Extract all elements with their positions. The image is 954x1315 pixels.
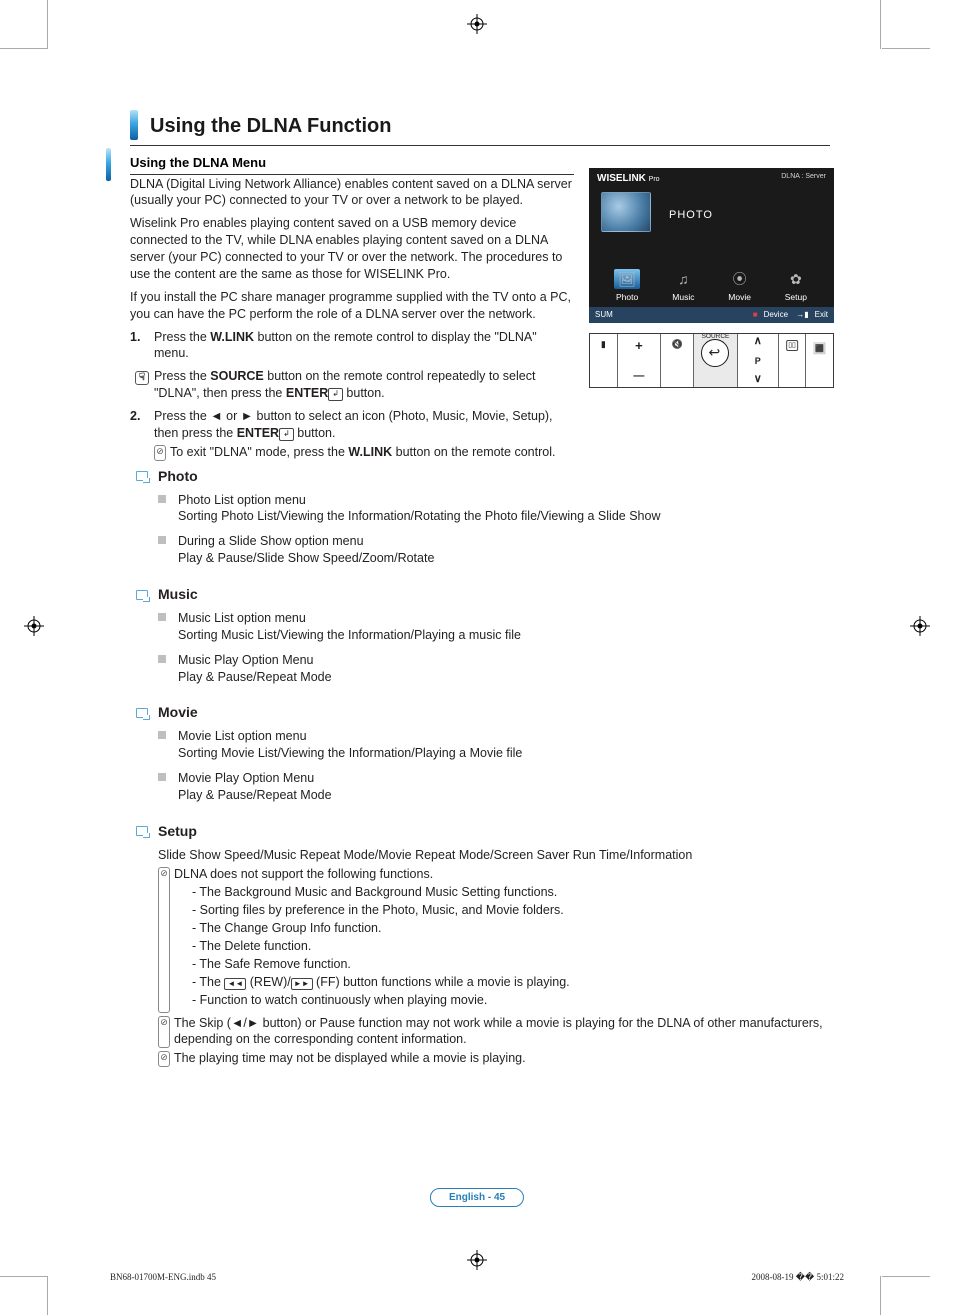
setup-line: Slide Show Speed/Music Repeat Mode/Movie…	[158, 847, 830, 864]
note-icon: ⊘	[154, 445, 166, 461]
step-1: 1. Press the W.LINK button on the remote…	[130, 329, 574, 363]
crop-mark	[0, 48, 48, 49]
photo-icon: 🖼	[614, 269, 640, 289]
imprint-timestamp: 2008-08-19 �� 5:01:22	[752, 1271, 844, 1283]
category-setup: Setup	[130, 822, 830, 841]
crop-mark	[0, 1276, 48, 1277]
list-item: Movie List option menuSorting Movie List…	[158, 728, 830, 762]
rew-icon: ◄◄	[224, 978, 246, 990]
list-item: During a Slide Show option menuPlay & Pa…	[158, 533, 830, 567]
category-music: Music	[130, 585, 830, 604]
page-number-badge: English - 45	[430, 1188, 524, 1208]
header-accent-bar	[130, 110, 138, 140]
list-item: Photo List option menuSorting Photo List…	[158, 492, 830, 526]
list-item: Movie Play Option MenuPlay & Pause/Repea…	[158, 770, 830, 804]
crop-mark	[882, 1276, 930, 1277]
step-2: 2. Press the ◄ or ► button to select an …	[130, 408, 574, 461]
music-icon: ♫	[670, 269, 696, 289]
page-title: Using the DLNA Function	[150, 110, 391, 140]
note-icon: ⊘	[158, 867, 170, 1013]
remote-p-label: P	[738, 355, 778, 367]
crop-mark	[47, 1276, 48, 1315]
setup-note-3: The playing time may not be displayed wh…	[174, 1050, 526, 1067]
tv-icon-photo: 🖼Photo	[614, 269, 640, 303]
registration-mark-icon	[24, 616, 44, 641]
list-item: Music List option menuSorting Music List…	[158, 610, 830, 644]
tv-icon-setup: ✿Setup	[783, 269, 809, 303]
remote-seg	[590, 334, 618, 387]
remote-icon: ☟	[135, 371, 149, 385]
remote-seg: ▯▯	[779, 334, 807, 387]
setup-note-1: DLNA does not support the following func…	[174, 866, 830, 883]
step-1-source-alt: ☟ Press the SOURCE button on the remote …	[130, 368, 574, 402]
list-item: Music Play Option MenuPlay & Pause/Repea…	[158, 652, 830, 686]
remote-diagram: SOURCE P ▯▯ 🔳	[589, 333, 834, 388]
enter-icon: ↲	[328, 388, 343, 401]
tv-screenshot: WISELINK Pro DLNA : Server PHOTO 🖼Photo …	[589, 168, 834, 388]
tv-screen: WISELINK Pro DLNA : Server PHOTO 🖼Photo …	[589, 168, 834, 323]
tv-big-photo-tile	[601, 192, 651, 232]
tv-icon-movie: ⦿Movie	[727, 269, 753, 303]
ff-icon: ►►	[291, 978, 313, 990]
tv-big-label: PHOTO	[669, 208, 713, 223]
movie-icon: ⦿	[727, 269, 753, 289]
page-header: Using the DLNA Function	[130, 110, 830, 146]
imprint-file: BN68-01700M-ENG.indb 45	[110, 1271, 216, 1283]
enter-icon: ↲	[279, 428, 294, 441]
intro-paragraph: Wiselink Pro enables playing content sav…	[130, 215, 574, 283]
tv-brand: WISELINK Pro	[597, 172, 660, 186]
registration-mark-icon	[467, 14, 487, 39]
crop-mark	[880, 0, 881, 49]
tv-footer-left: SUM	[595, 310, 613, 321]
intro-paragraph: If you install the PC share manager prog…	[130, 289, 574, 323]
setup-icon: ✿	[783, 269, 809, 289]
note-icon: ⊘	[158, 1051, 170, 1067]
tv-footer-right: ■Device →▮Exit	[747, 310, 828, 321]
crop-mark	[47, 0, 48, 49]
intro-paragraph: DLNA (Digital Living Network Alliance) e…	[130, 176, 574, 210]
tv-icon-music: ♫Music	[670, 269, 696, 303]
imprint-footer: BN68-01700M-ENG.indb 45 2008-08-19 �� 5:…	[110, 1271, 844, 1283]
page: Using the DLNA Function WISELINK Pro DLN…	[0, 0, 954, 1315]
remote-mute	[661, 334, 694, 387]
note-icon: ⊘	[158, 1016, 170, 1049]
dash-list: - The Background Music and Background Mu…	[192, 884, 830, 1008]
tv-source-label: DLNA : Server	[781, 172, 826, 186]
setup-note-2: The Skip (◄/► button) or Pause function …	[174, 1015, 830, 1049]
registration-mark-icon	[910, 616, 930, 641]
remote-source: SOURCE	[694, 334, 738, 387]
remote-channel: P	[738, 334, 779, 387]
crop-mark	[882, 48, 930, 49]
remote-volume	[618, 334, 662, 387]
section-subheading: Using the DLNA Menu	[130, 154, 574, 175]
remote-seg: 🔳	[806, 334, 833, 387]
crop-mark	[880, 1276, 881, 1315]
category-photo: Photo	[130, 467, 830, 486]
category-movie: Movie	[130, 703, 830, 722]
